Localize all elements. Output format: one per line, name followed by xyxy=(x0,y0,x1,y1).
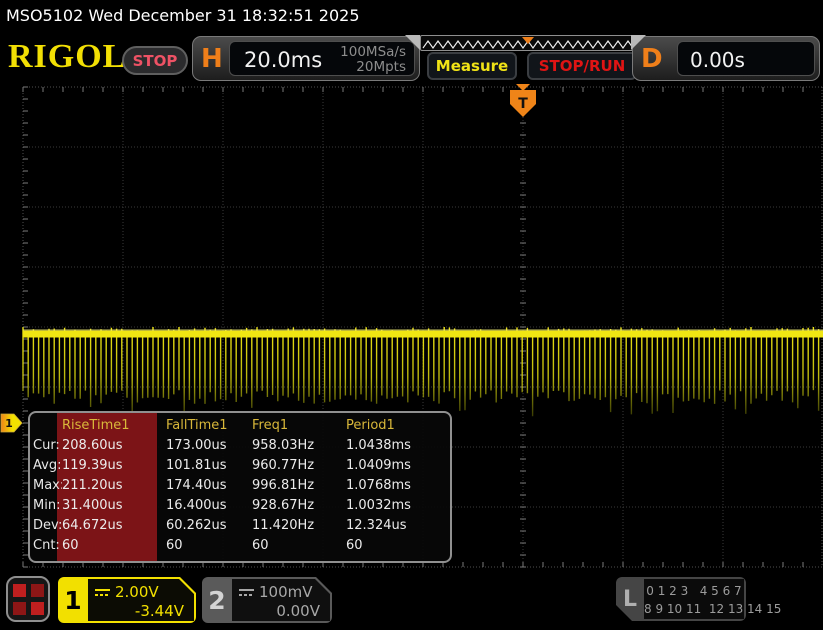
measure-value: 11.420Hz xyxy=(252,518,346,538)
measure-value: 960.77Hz xyxy=(252,458,346,478)
measure-value: 64.672us xyxy=(62,518,166,538)
channel2-readout: 100mV 0.00V xyxy=(232,579,330,621)
header-toolbar: RIGOL STOP H 20.0ms 100MSa/s 20Mpts Meas… xyxy=(0,33,823,84)
channel1-scale: 2.00V xyxy=(115,583,159,601)
measure-row-label: Min: xyxy=(33,498,62,518)
memory-depth: 20Mpts xyxy=(340,60,406,75)
logic-row-1: 0 1 2 3 4 5 6 7 xyxy=(644,579,744,600)
fold-corner-icon xyxy=(405,35,420,50)
measure-value: 60 xyxy=(62,538,166,558)
measure-popup[interactable]: RiseTime1FallTime1Freq1Period1 Cur:208.60… xyxy=(28,411,452,563)
measure-value: 1.0409ms xyxy=(346,458,450,478)
dc-coupling-icon xyxy=(95,588,110,597)
measure-table: RiseTime1FallTime1Freq1Period1 Cur:208.60… xyxy=(30,413,450,558)
menu-square-icon xyxy=(31,584,44,597)
channel1-level-marker[interactable]: 1 xyxy=(1,414,22,432)
channel2-number: 2 xyxy=(202,577,232,623)
measure-row-label: Cnt: xyxy=(33,538,62,558)
trigger-position-icon[interactable]: T xyxy=(510,84,536,117)
measure-value: 1.0032ms xyxy=(346,498,450,518)
timebase-screen: 20.0ms 100MSa/s 20Mpts xyxy=(229,41,415,76)
bottom-status-bar: 1 2.00V -3.44V 2 100mV 0.00V L xyxy=(0,570,823,630)
svg-text:1: 1 xyxy=(5,417,13,430)
delay-value: 0.00s xyxy=(690,48,745,72)
logic-readout: 0 1 2 3 4 5 6 7 8 9 10 11 12 13 14 15 xyxy=(644,579,744,619)
measure-col-header: FallTime1 xyxy=(166,418,252,438)
delay-box[interactable]: D 0.00s xyxy=(632,36,820,81)
measure-row-label: Avg: xyxy=(33,458,62,478)
measure-value: 1.0768ms xyxy=(346,478,450,498)
h-label: H xyxy=(201,44,223,74)
fold-corner-icon xyxy=(631,35,646,50)
channel2-scale: 100mV xyxy=(259,583,313,601)
titlebar: MSO5102 Wed December 31 18:32:51 2025 xyxy=(0,0,823,33)
stop-run-button[interactable]: STOP/RUN xyxy=(527,52,637,80)
measure-corner-cell xyxy=(33,418,62,438)
horizontal-timebase-box[interactable]: H 20.0ms 100MSa/s 20Mpts xyxy=(192,36,420,81)
measure-value: 958.03Hz xyxy=(252,438,346,458)
measure-value: 996.81Hz xyxy=(252,478,346,498)
measure-value: 1.0438ms xyxy=(346,438,450,458)
menu-square-icon xyxy=(13,584,26,597)
run-state-badge[interactable]: STOP xyxy=(122,46,188,75)
measure-value: 12.324us xyxy=(346,518,450,538)
logic-channels-box[interactable]: L 0 1 2 3 4 5 6 7 8 9 10 11 12 13 14 15 xyxy=(616,577,746,621)
model-and-datetime: MSO5102 Wed December 31 18:32:51 2025 xyxy=(6,6,360,25)
windows-menu-icon[interactable] xyxy=(6,576,50,622)
channel1-number: 1 xyxy=(58,577,88,623)
graticule-area: T 1 RiseTime1FallTime1Freq1Period1 Cur:20… xyxy=(0,84,823,570)
measure-value: 211.20us xyxy=(62,478,166,498)
dc-coupling-icon xyxy=(239,588,254,597)
rigol-logo: RIGOL xyxy=(8,38,126,76)
measure-col-header: Freq1 xyxy=(252,418,346,438)
measure-value: 60 xyxy=(166,538,252,558)
measure-button[interactable]: Measure xyxy=(427,52,517,80)
measure-col-header: RiseTime1 xyxy=(62,418,166,438)
logic-row-2: 8 9 10 11 12 13 14 15 xyxy=(644,600,744,618)
measure-row-label: Cur: xyxy=(33,438,62,458)
channel1-status-box[interactable]: 1 2.00V -3.44V xyxy=(58,577,196,623)
measure-value: 60 xyxy=(346,538,450,558)
logic-label: L xyxy=(616,577,644,621)
delay-screen: 0.00s xyxy=(677,41,815,76)
oscilloscope-screen: MSO5102 Wed December 31 18:32:51 2025 RI… xyxy=(0,0,823,630)
channel2-status-box[interactable]: 2 100mV 0.00V xyxy=(202,577,332,623)
measure-row-label: Max: xyxy=(33,478,62,498)
measure-value: 208.60us xyxy=(62,438,166,458)
menu-square-icon xyxy=(31,602,44,615)
measure-value: 60 xyxy=(252,538,346,558)
timebase-value: 20.0ms xyxy=(244,48,322,72)
channel1-readout: 2.00V -3.44V xyxy=(88,579,194,621)
waveform-preview-bar[interactable] xyxy=(420,35,636,51)
measure-value: 928.67Hz xyxy=(252,498,346,518)
channel2-offset: 0.00V xyxy=(232,601,330,620)
sample-rate: 100MSa/s xyxy=(340,45,406,60)
measure-value: 119.39us xyxy=(62,458,166,478)
measure-value: 173.00us xyxy=(166,438,252,458)
preview-position-icon xyxy=(522,37,534,44)
measure-col-header: Period1 xyxy=(346,418,450,438)
measure-value: 60.262us xyxy=(166,518,252,538)
menu-square-icon xyxy=(13,602,26,615)
measure-value: 16.400us xyxy=(166,498,252,518)
measure-row-label: Dev: xyxy=(33,518,62,538)
measure-value: 31.400us xyxy=(62,498,166,518)
svg-text:T: T xyxy=(518,96,528,112)
measure-value: 101.81us xyxy=(166,458,252,478)
sample-rate-block: 100MSa/s 20Mpts xyxy=(340,45,406,75)
measure-value: 174.40us xyxy=(166,478,252,498)
channel1-offset: -3.44V xyxy=(88,601,194,620)
